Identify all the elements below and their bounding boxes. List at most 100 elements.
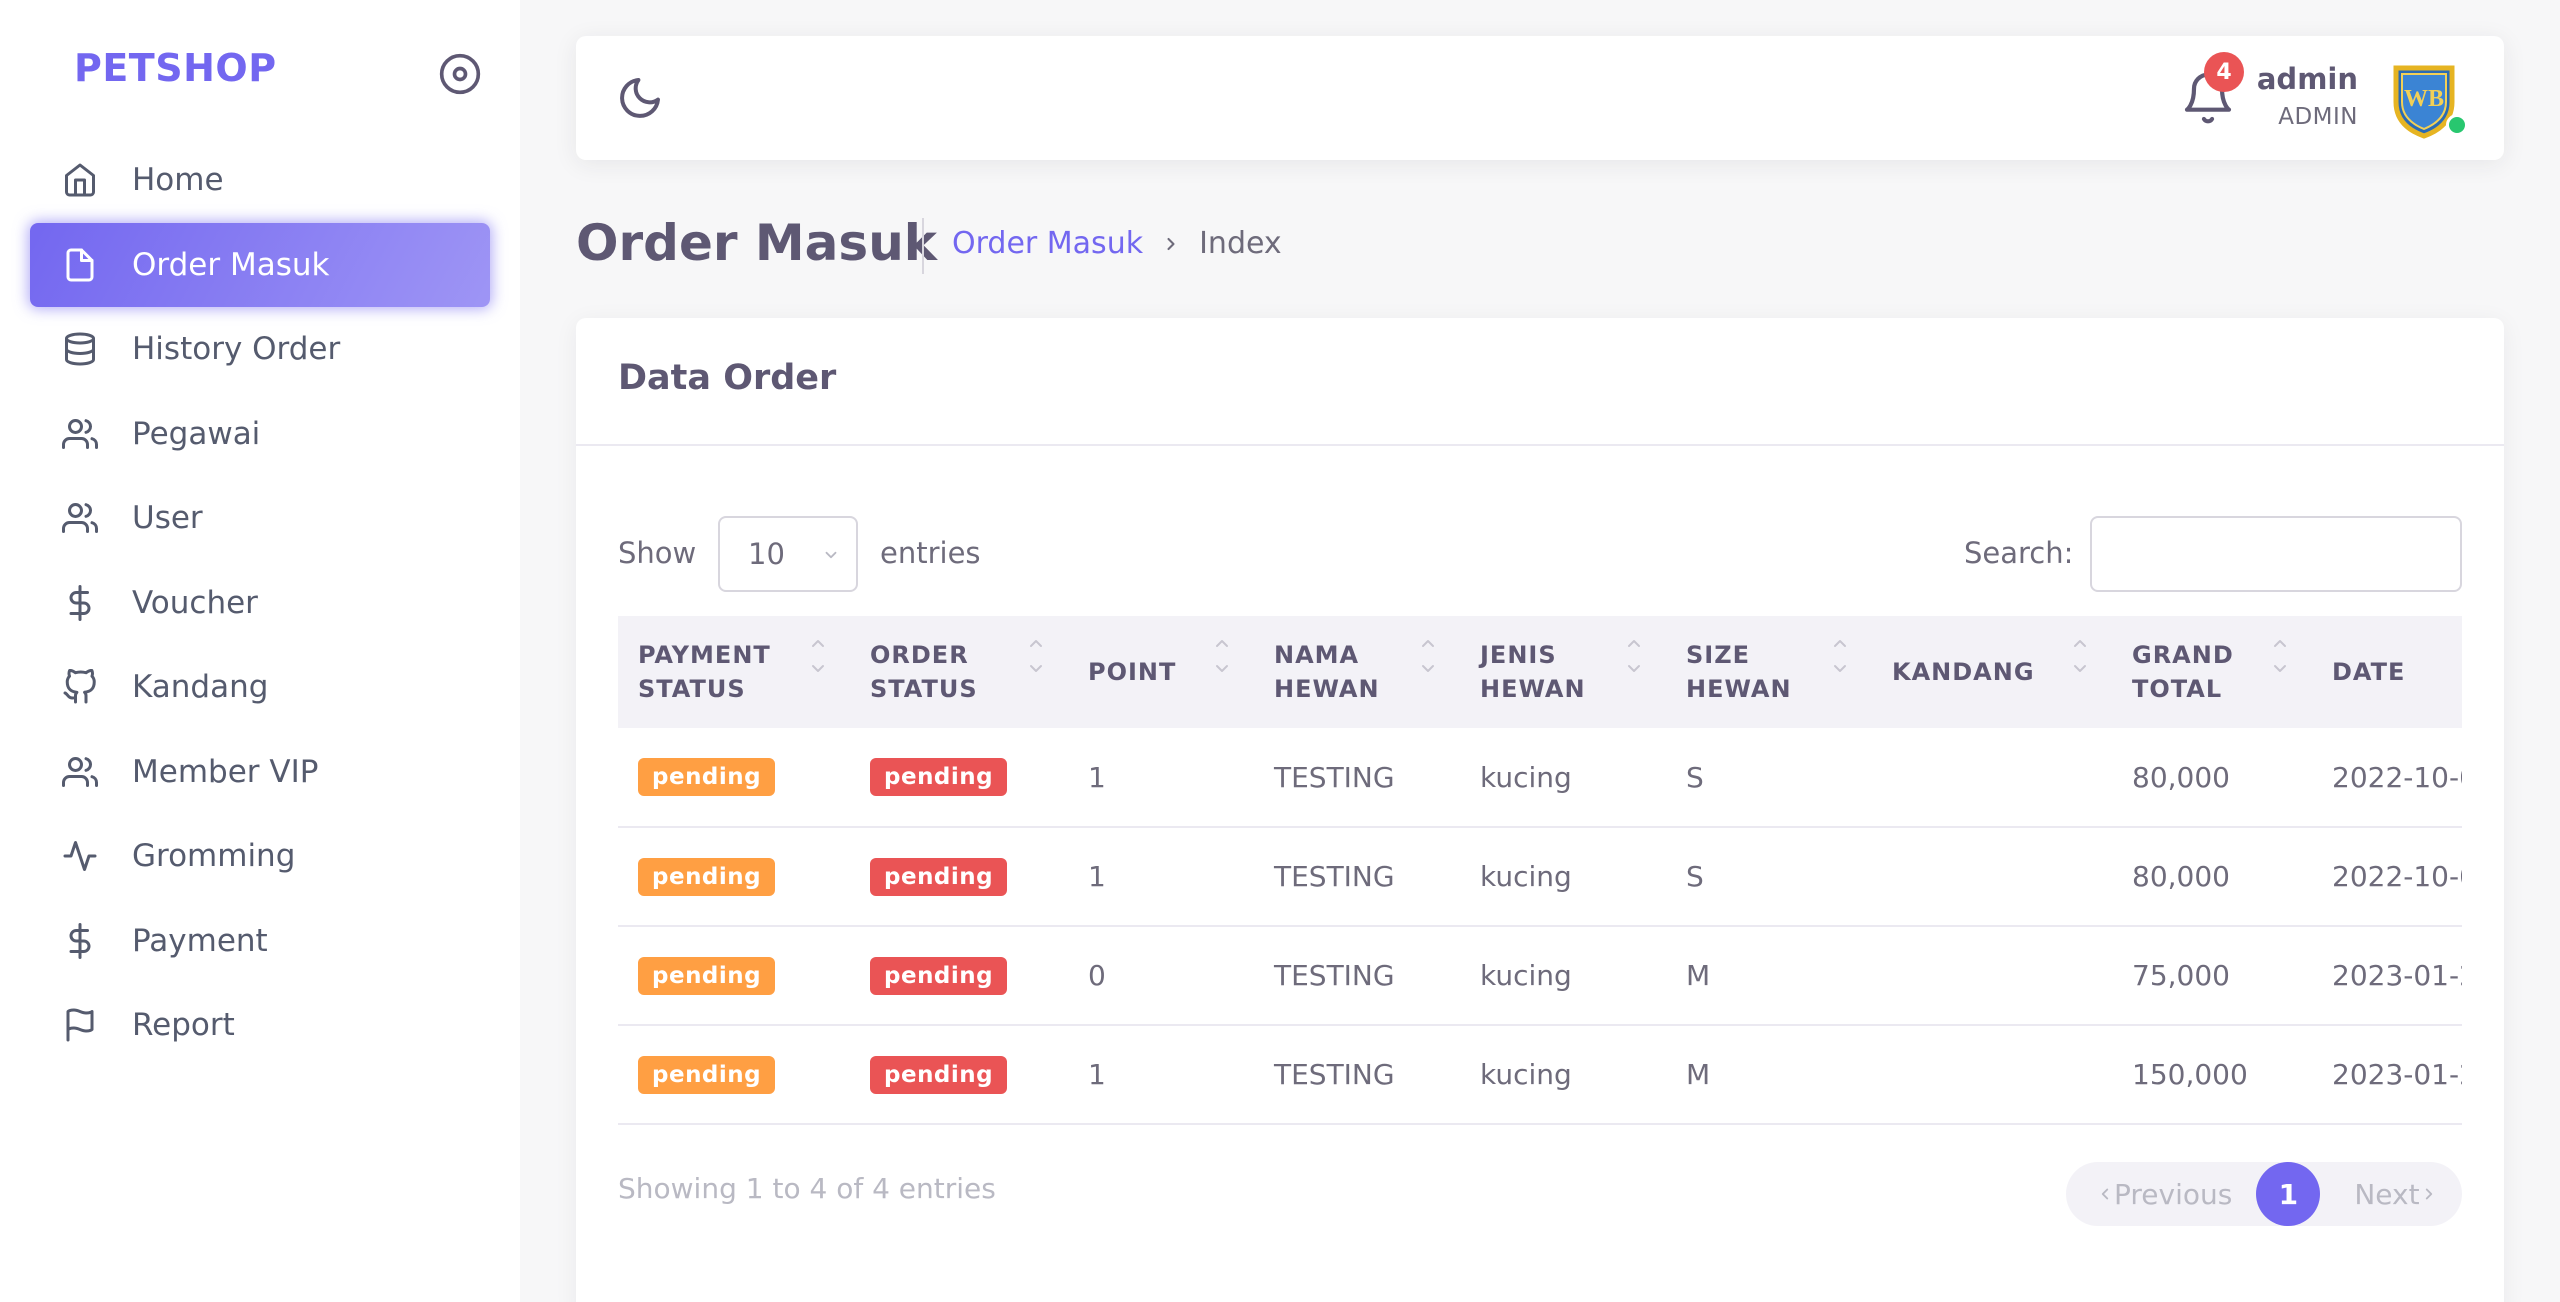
database-icon — [60, 329, 100, 369]
sidebar-item-report[interactable]: Report — [30, 983, 490, 1067]
column-header-label: KANDANG — [1892, 658, 2035, 686]
next-button[interactable]: Next — [2354, 1178, 2437, 1211]
cell-order-status: pending — [850, 926, 1068, 1025]
previous-label: Previous — [2114, 1177, 2233, 1211]
search-input[interactable] — [2090, 516, 2462, 592]
sidebar-item-label: Gromming — [132, 838, 296, 874]
sort-icon — [1832, 636, 1848, 676]
chevron-down-icon — [825, 551, 837, 559]
column-header[interactable]: POINT — [1068, 616, 1254, 728]
cell-point: 1 — [1088, 760, 1106, 794]
users-icon — [60, 752, 100, 792]
order-status-badge: pending — [870, 956, 1008, 995]
show-label: Show — [618, 536, 697, 570]
chevron-right-icon — [2425, 1188, 2432, 1200]
sidebar-item-label: Voucher — [132, 584, 258, 621]
column-header-label: POINT — [1088, 658, 1177, 686]
column-header-label: DATE — [2332, 658, 2406, 686]
pagination: Previous 1 Next — [2066, 1162, 2462, 1226]
column-header[interactable]: KANDANG — [1872, 616, 2112, 728]
column-header[interactable]: NAMA HEWAN — [1254, 616, 1460, 728]
sidebar-item-history-order[interactable]: History Order — [30, 307, 490, 391]
sidebar-toggle-icon[interactable] — [438, 52, 482, 96]
column-header-label: JENIS HEWAN — [1480, 641, 1586, 703]
column-header[interactable]: PAYMENT STATUS — [618, 616, 850, 728]
search-label: Search: — [1964, 536, 2074, 570]
sidebar-item-label: Member VIP — [132, 753, 319, 790]
previous-button[interactable]: Previous — [2096, 1178, 2232, 1211]
breadcrumb-link[interactable]: Order Masuk — [952, 226, 1143, 261]
order-status-badge: pending — [870, 758, 1008, 796]
cell-jenis-hewan: kucing — [1480, 1058, 1572, 1091]
page-button-1[interactable]: 1 — [2256, 1162, 2321, 1226]
breadcrumb-current: Index — [1199, 226, 1282, 261]
cell-kandang — [1872, 926, 2112, 1025]
table-info: Showing 1 to 4 of 4 entries — [618, 1172, 996, 1205]
cell-date: 2023-01-2 — [2332, 1058, 2462, 1091]
column-header[interactable]: DATE — [2312, 616, 2462, 728]
column-header-label: NAMA HEWAN — [1274, 641, 1380, 703]
cell-point: 0 — [1088, 959, 1106, 992]
cell-date: 2022-10-0 — [2332, 760, 2462, 794]
sort-icon — [1028, 636, 1044, 676]
cell-grand-total: 80,000 — [2132, 860, 2230, 893]
table-header-row: PAYMENT STATUS ORDER STATUS POINT NAMA HEWA… — [618, 616, 2462, 728]
card-divider — [576, 444, 2504, 446]
sidebar-item-voucher[interactable]: Voucher — [30, 561, 490, 645]
column-header[interactable]: SIZE HEWAN — [1666, 616, 1872, 728]
cell-order-status: pending — [850, 728, 1068, 827]
users-icon — [60, 498, 100, 538]
sidebar-item-gromming[interactable]: Gromming — [30, 814, 490, 898]
sort-icon — [1420, 636, 1436, 676]
cell-payment-status: pending — [618, 926, 850, 1025]
sidebar-item-home[interactable]: Home — [30, 138, 490, 222]
column-header[interactable]: JENIS HEWAN — [1460, 616, 1666, 728]
card-title: Data Order — [618, 358, 837, 398]
moon-icon[interactable] — [616, 74, 664, 122]
sidebar-item-pegawai[interactable]: Pegawai — [30, 392, 490, 476]
cell-kandang — [1872, 827, 2112, 926]
activity-icon — [60, 836, 100, 876]
column-header-label: PAYMENT STATUS — [638, 641, 771, 703]
sort-icon — [810, 636, 826, 676]
sidebar: PETSHOP Home Order Masuk History Order P… — [0, 0, 520, 1302]
sidebar-item-kandang[interactable]: Kandang — [30, 645, 490, 729]
sort-icon — [1214, 636, 1230, 676]
column-header[interactable]: ORDER STATUS — [850, 616, 1068, 728]
cell-size-hewan: S — [1686, 760, 1704, 794]
sidebar-item-member-vip[interactable]: Member VIP — [30, 730, 490, 814]
cell-date: 2022-10-0 — [2332, 860, 2462, 893]
cell-grand-total: 80,000 — [2132, 760, 2230, 794]
cell-nama-hewan: TESTING — [1274, 860, 1395, 893]
sidebar-item-label: Payment — [132, 922, 268, 959]
sort-icon — [1626, 636, 1642, 676]
flag-icon — [60, 1005, 100, 1045]
brand-logo[interactable]: PETSHOP — [74, 46, 277, 90]
cell-jenis-hewan: kucing — [1480, 860, 1572, 893]
sidebar-item-user[interactable]: User — [30, 476, 490, 560]
sidebar-item-label: Report — [132, 1007, 235, 1043]
cell-payment-status: pending — [618, 728, 850, 827]
user-name[interactable]: admin — [2257, 62, 2358, 96]
cell-size-hewan: M — [1686, 1058, 1711, 1091]
cell-nama-hewan: TESTING — [1274, 760, 1395, 794]
topbar: 4 admin ADMIN WB — [576, 36, 2504, 160]
user-role: ADMIN — [2278, 104, 2358, 130]
column-header[interactable]: GRAND TOTAL — [2112, 616, 2312, 728]
notification-badge: 4 — [2204, 52, 2244, 92]
sidebar-item-payment[interactable]: Payment — [30, 899, 490, 983]
entries-value: 10 — [748, 537, 785, 571]
cell-order-status: pending — [850, 1025, 1068, 1124]
cell-payment-status: pending — [618, 1025, 850, 1124]
entries-label: entries — [880, 536, 981, 570]
home-icon — [60, 160, 100, 200]
breadcrumb: Order Masuk Index — [952, 226, 1282, 261]
users-icon — [60, 414, 100, 454]
cell-date: 2023-01-2 — [2332, 959, 2462, 992]
cell-nama-hewan: TESTING — [1274, 1058, 1395, 1091]
online-status-dot — [2446, 114, 2468, 136]
order-status-badge: pending — [870, 857, 1008, 896]
cell-jenis-hewan: kucing — [1480, 760, 1572, 794]
entries-select[interactable]: 10 — [718, 516, 858, 592]
sidebar-item-order-masuk[interactable]: Order Masuk — [30, 222, 490, 307]
